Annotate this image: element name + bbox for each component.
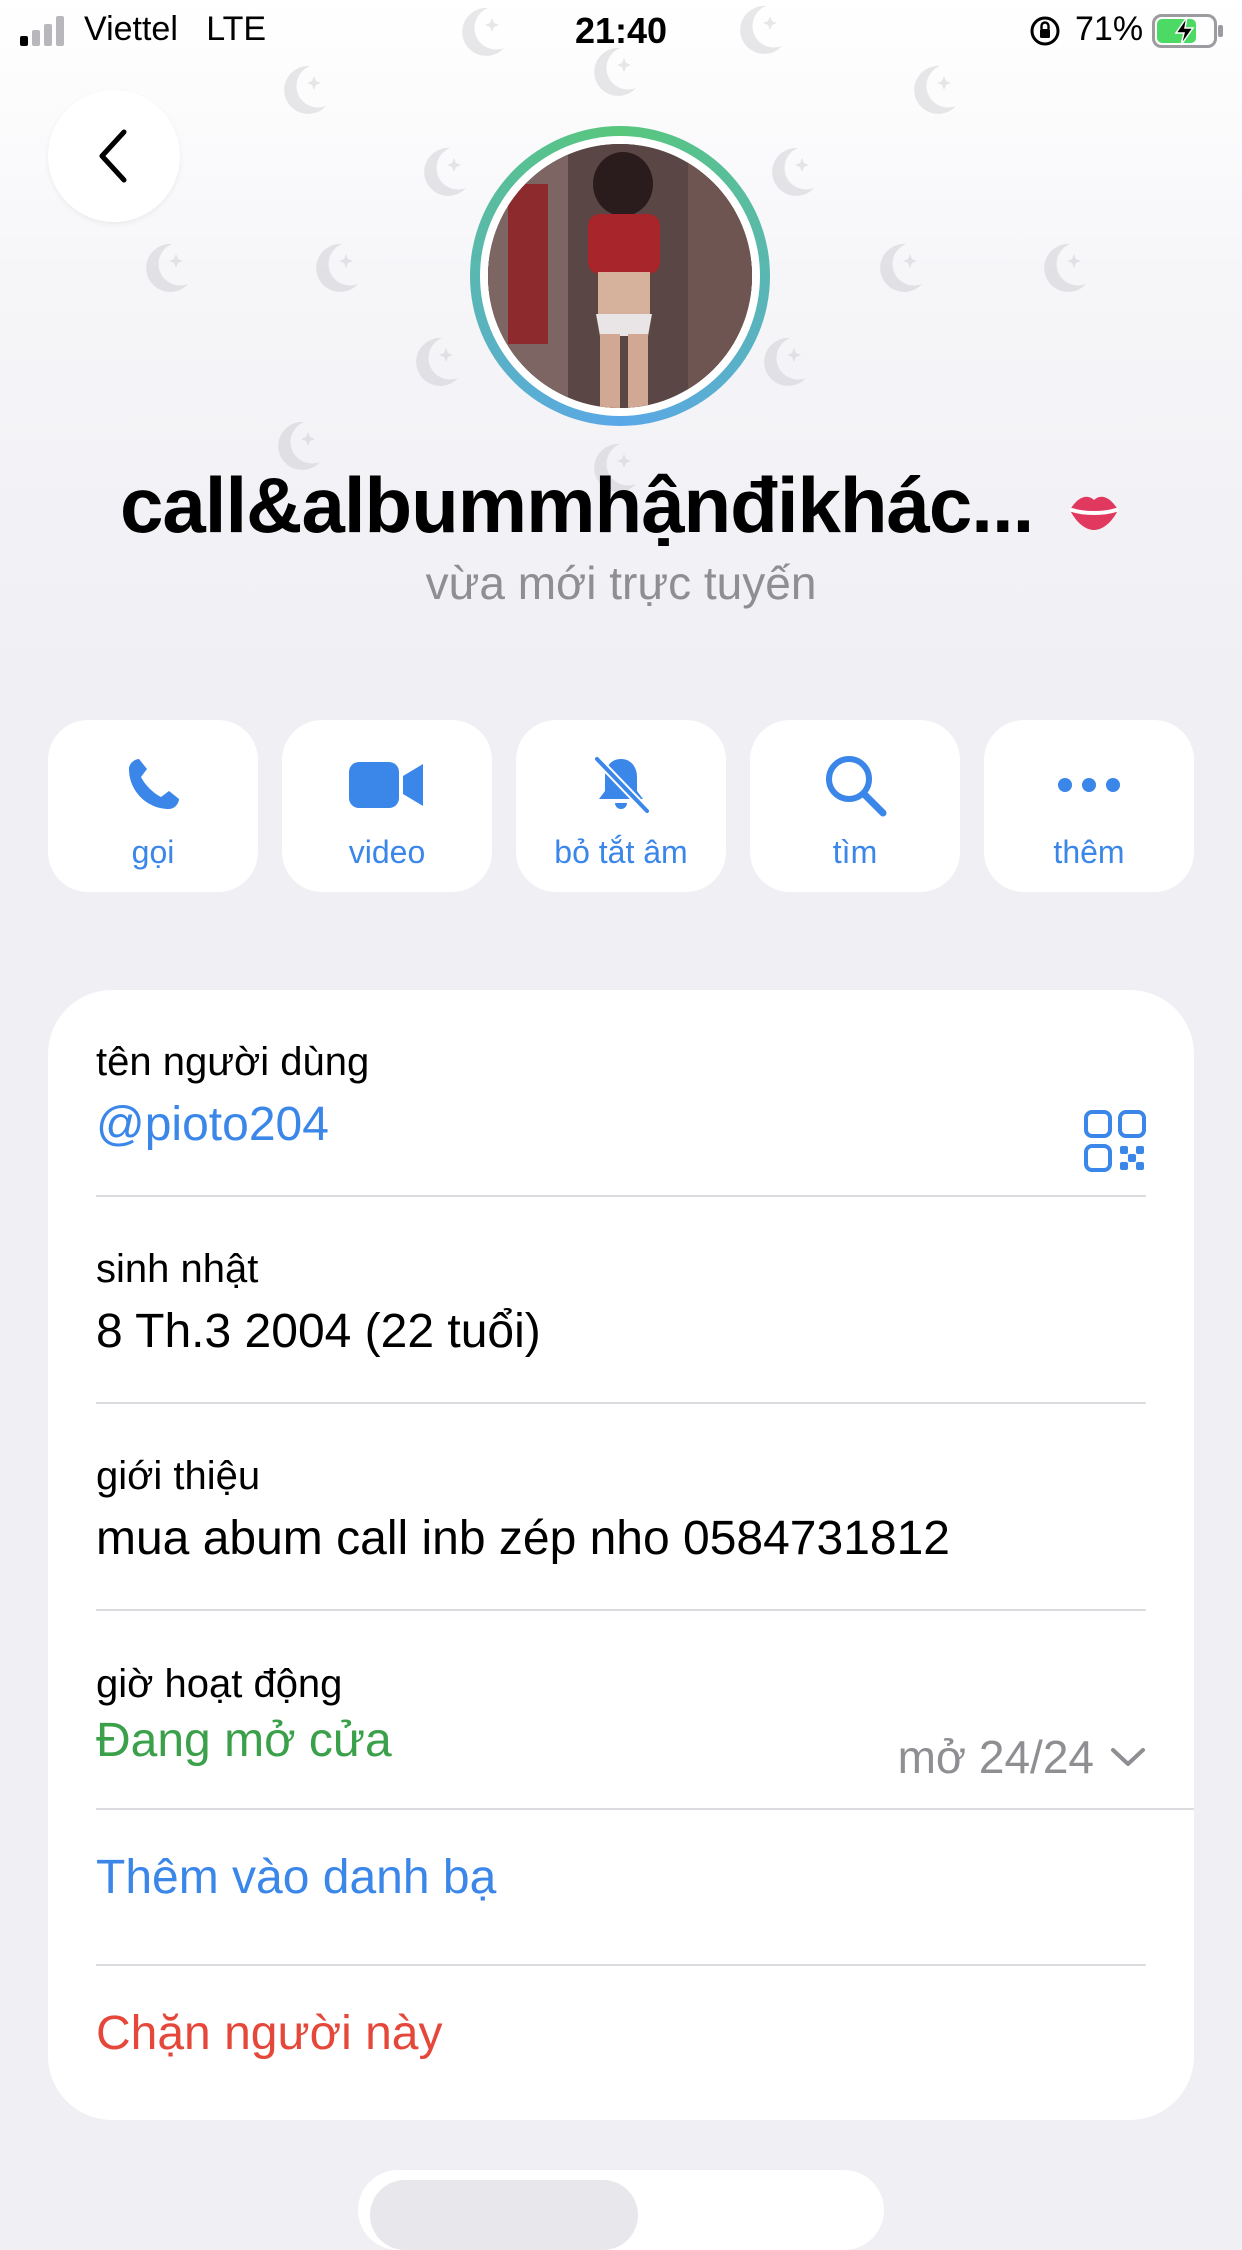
unmute-button[interactable]: bỏ tắt âm: [516, 720, 726, 892]
block-row[interactable]: Chặn người này: [96, 2006, 1146, 2106]
hours-schedule-text: mở 24/24: [897, 1731, 1094, 1783]
more-button[interactable]: thêm: [984, 720, 1194, 892]
birthday-label: sinh nhật: [96, 1247, 259, 1291]
moon-star-icon: [772, 147, 814, 196]
more-label: thêm: [1053, 834, 1125, 870]
profile-name: call&albummhậnđikhác...: [120, 461, 1034, 549]
battery-charging-icon: [1152, 14, 1223, 48]
moon-star-icon: [146, 243, 188, 292]
add-contact-link[interactable]: Thêm vào danh bạ: [96, 1850, 1146, 1905]
username-row[interactable]: tên người dùng @pioto204: [96, 1040, 1146, 1190]
chevron-down-icon: [1111, 1748, 1145, 1766]
video-button[interactable]: video: [282, 720, 492, 892]
business-hours-row[interactable]: giờ hoạt động Đang mở cửa mở 24/24: [96, 1662, 1146, 1812]
hours-label: giờ hoạt động: [96, 1662, 343, 1706]
more-icon: [1058, 778, 1120, 792]
presence-status: vừa mới trực tuyến: [425, 557, 817, 609]
action-bar: gọi video bỏ tắt âm tìm thêm: [48, 720, 1194, 892]
divider: [96, 1964, 1146, 1966]
lips-icon: [1069, 497, 1118, 531]
orientation-lock-icon: [1030, 16, 1060, 46]
divider: [96, 1808, 1194, 1810]
phone-icon: [129, 759, 179, 809]
bio-row[interactable]: giới thiệu mua abum call inb zép nho 058…: [96, 1454, 1146, 1604]
moon-star-icon: [424, 147, 466, 196]
add-contact-row[interactable]: Thêm vào danh bạ: [96, 1850, 1146, 1950]
search-button[interactable]: tìm: [750, 720, 960, 892]
search-icon: [826, 756, 887, 817]
bell-muted-icon: [593, 755, 651, 815]
moon-star-icon: [880, 243, 922, 292]
bottom-tab-switcher[interactable]: [358, 2170, 884, 2250]
video-camera-icon: [349, 762, 423, 808]
chevron-left-icon: [99, 129, 127, 183]
back-button[interactable]: [48, 90, 180, 222]
username-value[interactable]: @pioto204: [96, 1097, 1146, 1152]
moon-star-icon: [416, 337, 458, 386]
birthday-value: 8 Th.3 2004 (22 tuổi): [96, 1305, 541, 1358]
bio-label: giới thiệu: [96, 1454, 261, 1498]
hours-schedule[interactable]: mở 24/24: [898, 1730, 1146, 1784]
username-label: tên người dùng: [96, 1040, 370, 1084]
divider: [96, 1609, 1146, 1611]
divider: [96, 1195, 1146, 1197]
battery-percentage: 71%: [1075, 10, 1144, 48]
call-button[interactable]: gọi: [48, 720, 258, 892]
avatar-photo: [488, 144, 752, 408]
birthday-row[interactable]: sinh nhật 8 Th.3 2004 (22 tuổi): [96, 1247, 1146, 1397]
status-bar: Viettel LTE 21:40 71%: [0, 0, 1242, 62]
moon-star-icon: [284, 65, 326, 114]
video-label: video: [348, 834, 426, 870]
info-card: tên người dùng @pioto204 sinh nhật 8 Th.…: [48, 990, 1194, 2120]
qr-code-icon[interactable]: [1084, 1110, 1146, 1172]
moon-star-icon: [914, 65, 956, 114]
bio-value: mua abum call inb zép nho 0584731812: [96, 1512, 950, 1565]
profile-name-row: call&albummhậnđikhác...: [0, 460, 1242, 551]
bottom-tab-selected[interactable]: [370, 2180, 638, 2250]
moon-star-icon: [764, 337, 806, 386]
moon-star-icon: [316, 243, 358, 292]
call-label: gọi: [131, 834, 175, 870]
avatar[interactable]: [470, 126, 770, 426]
block-link[interactable]: Chặn người này: [96, 2006, 1146, 2061]
search-label: tìm: [832, 834, 878, 870]
unmute-label: bỏ tắt âm: [554, 834, 688, 870]
divider: [96, 1402, 1146, 1404]
moon-star-icon: [1044, 243, 1086, 292]
avatar-border: [480, 136, 760, 416]
